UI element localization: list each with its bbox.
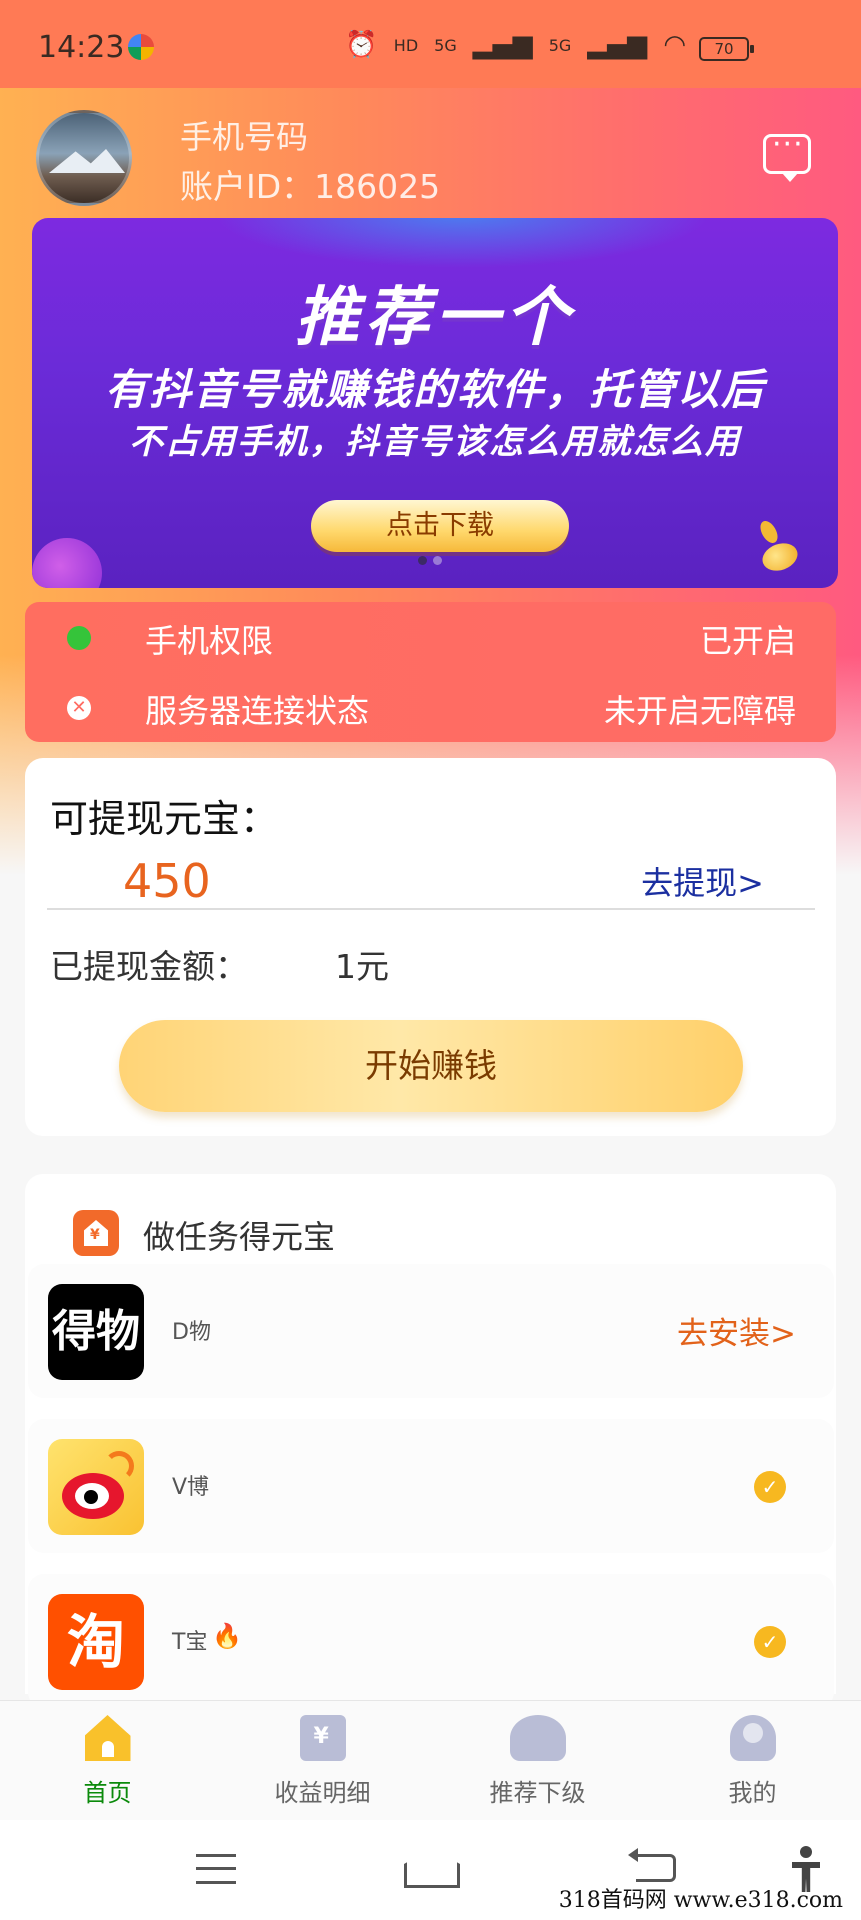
back-icon[interactable]	[628, 1848, 676, 1882]
user-avatar[interactable]	[36, 110, 132, 206]
nav-profile[interactable]: 我的	[645, 1715, 860, 1815]
watermark: 318首码网 www.e318.com	[558, 1888, 843, 1913]
carousel-dots	[418, 556, 442, 565]
status-bar: 14:23 ⏰ HD 5G ▂▄▆ 5G ▂▄▆ ◠ 70	[0, 0, 861, 88]
withdrawable-title: 可提现元宝：	[50, 797, 279, 841]
bottom-navigation: 首页 收益明细 推荐下级 我的	[0, 1700, 861, 1820]
withdraw-link[interactable]: 去提现>	[641, 858, 764, 904]
task-app-name: V博	[172, 1475, 210, 1500]
status-time: 14:23	[38, 30, 125, 65]
nav-earnings[interactable]: 收益明细	[215, 1715, 430, 1815]
nav-label: 推荐下级	[489, 1779, 586, 1807]
banner-title: 推荐一个	[295, 281, 575, 355]
nav-home[interactable]: 首页	[0, 1715, 215, 1815]
status-label: 手机权限	[145, 622, 274, 660]
signal-icon: ▂▄▆	[472, 30, 533, 60]
install-link[interactable]: 去安装>	[677, 1308, 796, 1353]
close-circle-icon: ✕	[67, 696, 91, 720]
task-item[interactable]: 淘 T宝 🔥 ✓	[28, 1574, 834, 1708]
network-5g-1: 5G	[434, 35, 457, 55]
download-button[interactable]: 点击下载	[311, 500, 569, 552]
nav-label: 收益明细	[274, 1779, 371, 1807]
green-dot-icon	[67, 626, 91, 650]
home-button-icon[interactable]	[404, 1848, 460, 1888]
nav-referrals[interactable]: 推荐下级	[430, 1715, 645, 1815]
taobao-app-icon: 淘	[48, 1594, 144, 1690]
wifi-icon: ◠	[663, 30, 686, 60]
tasks-title: 做任务得元宝	[143, 1218, 336, 1256]
nav-label: 我的	[728, 1779, 777, 1807]
status-row-permission[interactable]: 手机权限 已开启	[25, 602, 836, 672]
task-item[interactable]: 得物 D物 去安装>	[28, 1264, 834, 1398]
network-5g-2: 5G	[548, 35, 572, 55]
coin-icon	[758, 538, 802, 576]
status-value: 未开启无障碍	[603, 692, 796, 730]
earnings-icon	[299, 1715, 346, 1761]
divider	[47, 908, 815, 910]
alarm-icon: ⏰	[345, 30, 378, 60]
account-id: 账户ID：186025	[180, 167, 441, 206]
weibo-app-icon	[48, 1439, 144, 1535]
withdrawn-value: 1元	[335, 947, 389, 986]
fire-icon: 🔥	[212, 1622, 242, 1650]
task-app-name: D物	[172, 1320, 211, 1345]
app-notification-icon	[128, 34, 154, 60]
banner-line-2: 不占用手机，抖音号该怎么用就怎么用	[129, 422, 741, 462]
signal-icon-2: ▂▄▆	[587, 30, 648, 60]
carousel-dot-1[interactable]	[418, 556, 427, 565]
nav-label: 首页	[83, 1779, 132, 1807]
home-icon	[84, 1715, 131, 1761]
phone-number-label: 手机号码	[180, 118, 309, 156]
status-row-server[interactable]: ✕ 服务器连接状态 未开启无障碍	[25, 672, 836, 742]
people-icon	[509, 1715, 566, 1761]
profile-icon	[729, 1715, 776, 1761]
carousel-dot-2[interactable]	[433, 556, 442, 565]
banner-line-1: 有抖音号就赚钱的软件，托管以后	[104, 365, 765, 414]
status-value: 已开启	[699, 622, 796, 660]
task-house-icon	[73, 1210, 119, 1256]
tasks-card: 做任务得元宝 得物 D物 去安装> V博 ✓ 淘 T宝 🔥 ✓	[25, 1174, 836, 1708]
permission-status-panel: 手机权限 已开启 ✕ 服务器连接状态 未开启无障碍	[25, 602, 836, 742]
status-label: 服务器连接状态	[145, 692, 370, 730]
message-icon[interactable]	[763, 127, 811, 182]
wallet-card: 可提现元宝： 450 去提现> 已提现金额： 1元 开始赚钱	[25, 758, 836, 1136]
check-icon: ✓	[754, 1471, 786, 1503]
withdrawn-label: 已提现金额：	[50, 947, 248, 986]
task-app-name: T宝	[172, 1630, 208, 1655]
promo-banner[interactable]: 推荐一个 有抖音号就赚钱的软件，托管以后 不占用手机，抖音号该怎么用就怎么用 点…	[32, 218, 838, 588]
battery-indicator: 70	[699, 37, 754, 61]
menu-icon[interactable]	[196, 1854, 236, 1884]
check-icon: ✓	[754, 1626, 786, 1658]
hd-indicator: HD	[393, 35, 419, 55]
task-item[interactable]: V博 ✓	[28, 1419, 834, 1553]
dewu-app-icon: 得物	[48, 1284, 144, 1380]
status-indicators: ⏰ HD 5G ▂▄▆ 5G ▂▄▆ ◠	[345, 32, 686, 58]
withdrawable-amount: 450	[123, 854, 211, 908]
start-earning-button[interactable]: 开始赚钱	[119, 1020, 743, 1112]
